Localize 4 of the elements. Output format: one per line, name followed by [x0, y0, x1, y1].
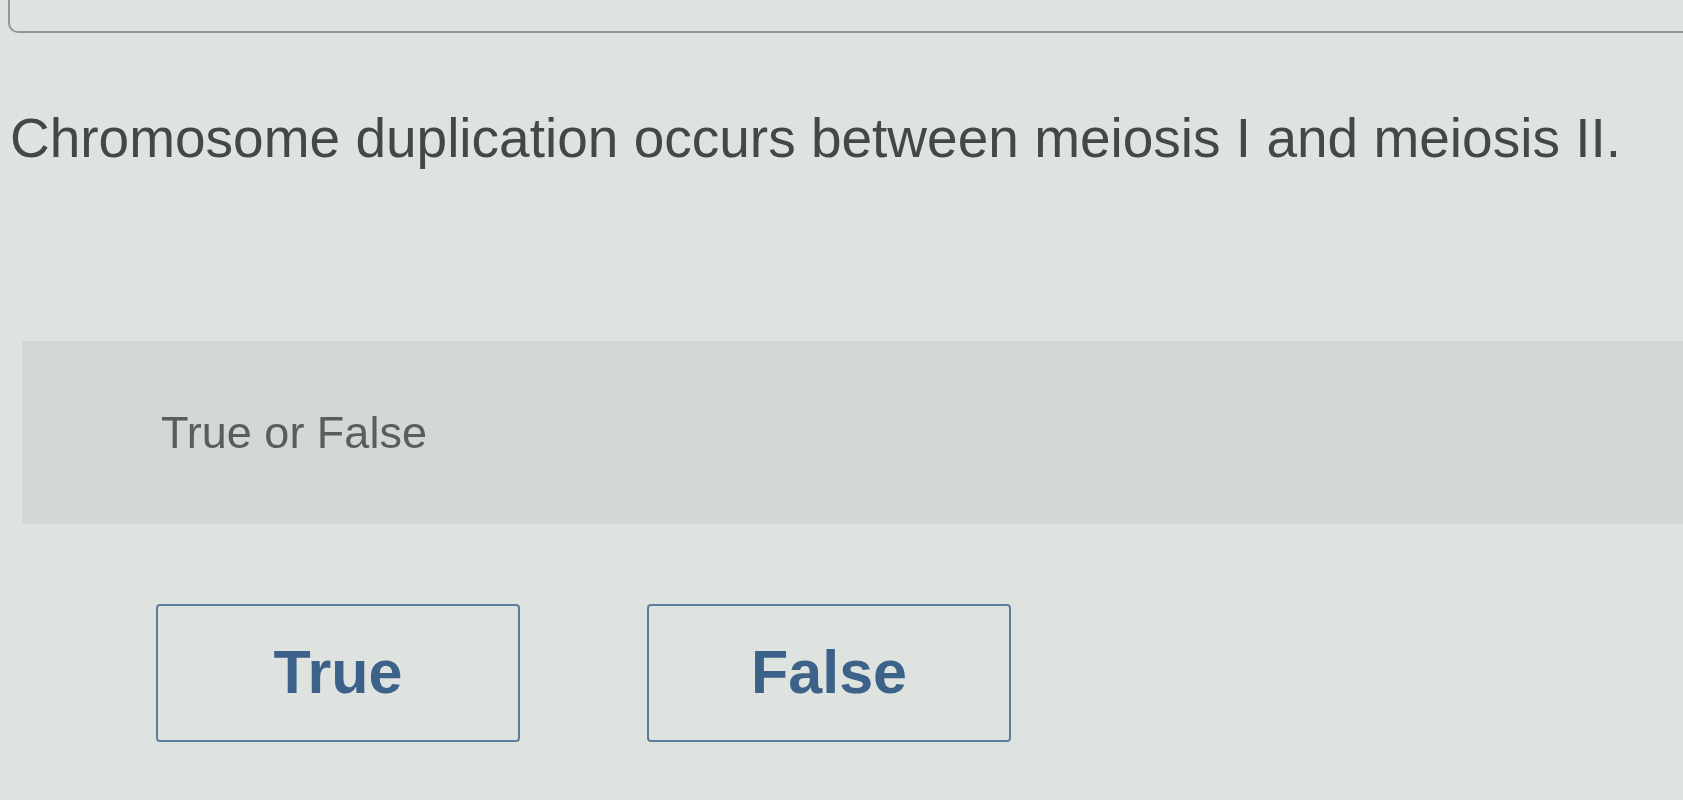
answer-option[interactable]: True [156, 604, 520, 742]
answer-option[interactable]: False [647, 604, 1011, 742]
question-text: Chromosome duplication occurs between meiosis I and meiosis II. [9, 106, 1622, 171]
prompt-text: True or False [161, 405, 427, 460]
